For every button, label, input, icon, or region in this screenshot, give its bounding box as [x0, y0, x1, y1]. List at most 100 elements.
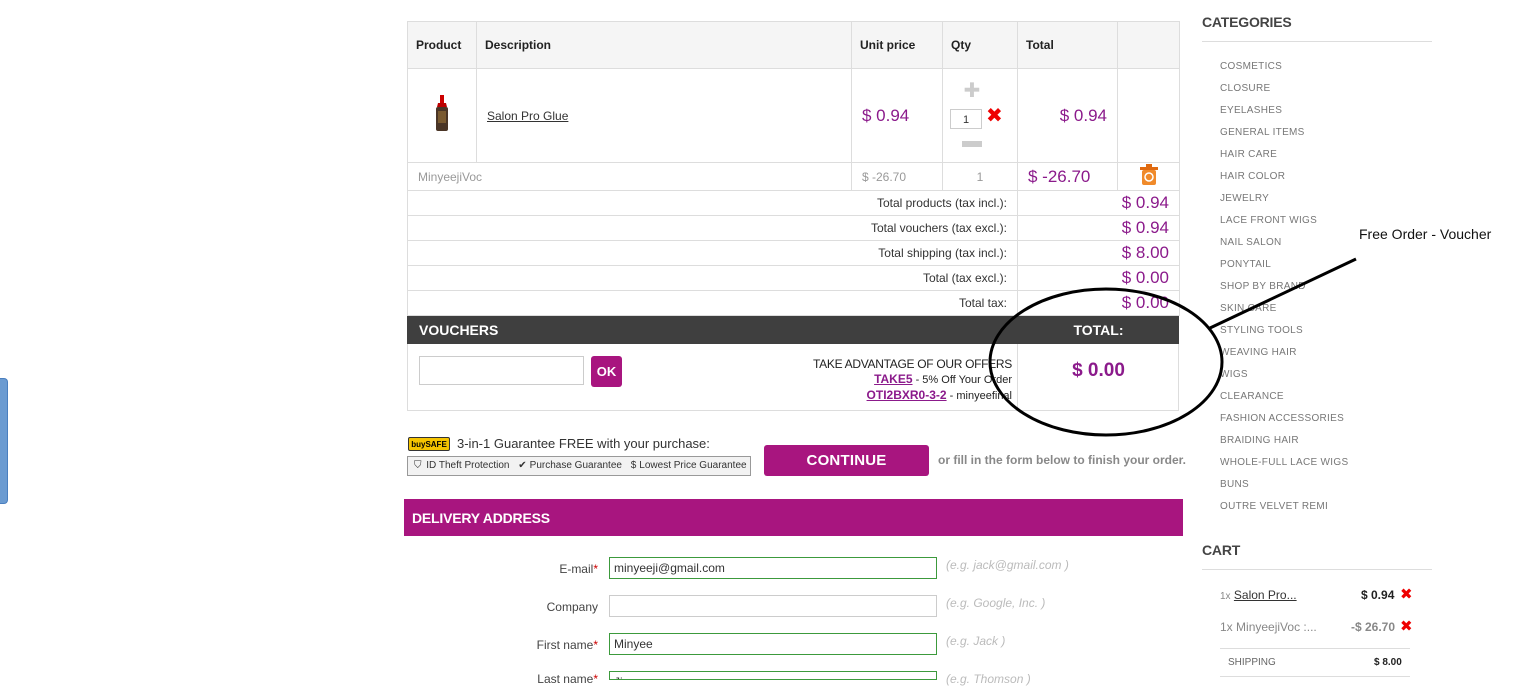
offer-item: TAKE5 - 5% Off Your Order	[780, 372, 1012, 388]
offers-heading: TAKE ADVANTAGE OF OUR OFFERS	[813, 357, 1012, 371]
email-field[interactable]: minyeeji@gmail.com	[609, 557, 937, 579]
totals-row: Total products (tax incl.): $ 0.94	[407, 190, 1180, 216]
offer-code-link[interactable]: TAKE5	[874, 372, 912, 386]
product-total: $ 0.94	[1017, 68, 1118, 163]
totals-row: Total (tax excl.): $ 0.00	[407, 265, 1180, 291]
qty-cell: ✚ 1 ✖ ▬	[942, 68, 1018, 163]
continue-shopping-button[interactable]: CONTINUE SHOPPING	[764, 445, 929, 500]
category-item[interactable]: HAIR CARE	[1220, 149, 1348, 171]
total-products-value: $ 0.94	[1017, 190, 1180, 216]
total-shipping-label: Total shipping (tax incl.):	[407, 240, 1018, 266]
table-header-row: Product Description Unit price Qty Total	[407, 21, 1180, 69]
category-item[interactable]: NAIL SALON	[1220, 237, 1348, 259]
voucher-qty: 1	[942, 162, 1018, 191]
category-item[interactable]: CLEARANCE	[1220, 391, 1348, 413]
category-item[interactable]: WIGS	[1220, 369, 1348, 391]
category-item[interactable]: HAIR COLOR	[1220, 171, 1348, 193]
company-label: Company	[546, 600, 598, 614]
vouchers-title: VOUCHERS	[419, 322, 499, 338]
divider	[1202, 41, 1432, 42]
glue-bottle-image[interactable]	[435, 95, 449, 133]
product-name-link[interactable]: Salon Pro Glue	[487, 109, 568, 123]
or-fill-text: or fill in the form below to finish your…	[938, 453, 1187, 467]
remove-product-icon[interactable]: ✖	[986, 103, 1003, 128]
total-title: TOTAL:	[1073, 322, 1124, 338]
category-item[interactable]: STYLING TOOLS	[1220, 325, 1348, 347]
category-item[interactable]: COSMETICS	[1220, 61, 1348, 83]
voucher-ok-button[interactable]: OK	[591, 356, 622, 387]
trash-icon[interactable]	[1139, 164, 1159, 186]
delivery-address-title: DELIVERY ADDRESS	[412, 510, 550, 526]
cart-item-name: MinyeejiVoc :...	[1236, 620, 1317, 634]
product-thumbnail[interactable]	[407, 68, 477, 163]
qty-plus-button[interactable]: ✚	[962, 81, 982, 101]
product-unit-price: $ 0.94	[851, 68, 943, 163]
totals-row: Total shipping (tax incl.): $ 8.00	[407, 240, 1180, 266]
offer-item: OTI2BXR0-3-2 - minyeefinal	[780, 388, 1012, 404]
category-item[interactable]: FASHION ACCESSORIES	[1220, 413, 1348, 435]
category-item[interactable]: WEAVING HAIR	[1220, 347, 1348, 369]
category-item[interactable]: PONYTAIL	[1220, 259, 1348, 281]
last-name-field[interactable]: Ji	[609, 671, 937, 680]
company-field[interactable]	[609, 595, 937, 617]
category-item[interactable]: OUTRE VELVET REMI	[1220, 501, 1348, 523]
total-products-label: Total products (tax incl.):	[407, 190, 1018, 216]
total-excl-label: Total (tax excl.):	[407, 265, 1018, 291]
cart-table: Product Description Unit price Qty Total…	[407, 21, 1180, 316]
table-row: Salon Pro Glue $ 0.94 ✚ 1 ✖ ▬ $ 0.94	[407, 68, 1180, 163]
id-theft-icon: ⛉	[414, 460, 422, 471]
cart-title: CART	[1202, 542, 1241, 558]
offer-code-link[interactable]: OTI2BXR0-3-2	[867, 388, 947, 402]
divider	[1202, 569, 1432, 570]
first-name-field[interactable]: Minyee	[609, 633, 937, 655]
category-item[interactable]: BUNS	[1220, 479, 1348, 501]
buysafe-logo[interactable]: buySAFE	[408, 437, 450, 451]
dollar-icon: $	[630, 460, 637, 471]
cart-item-price: $ 0.94	[1361, 588, 1395, 602]
col-product: Product	[407, 21, 477, 69]
offer-desc: - minyeefinal	[946, 390, 1012, 402]
voucher-code-input[interactable]	[419, 356, 584, 385]
delete-voucher-cell	[1117, 162, 1180, 191]
buysafe-guarantees[interactable]: ⛉ ID Theft Protection ✔ Purchase Guarante…	[407, 456, 751, 476]
last-name-label: Last name*	[537, 672, 598, 686]
totals-row: Total vouchers (tax excl.): $ 0.94	[407, 215, 1180, 241]
email-label: E-mail*	[559, 562, 598, 576]
buysafe-text: 3-in-1 Guarantee FREE with your purchase…	[457, 436, 710, 451]
total-tax-label: Total tax:	[407, 290, 1018, 316]
category-item[interactable]: SHOP BY BRAND	[1220, 281, 1348, 303]
remove-cart-item-icon[interactable]: ✖	[1400, 617, 1413, 635]
last-name-hint: (e.g. Thomson )	[946, 672, 1031, 686]
guarantee-id-theft: ID Theft Protection	[426, 460, 510, 471]
annotation-text: Free Order - Voucher	[1359, 226, 1492, 242]
offer-desc: - 5% Off Your Order	[912, 374, 1012, 386]
total-excl-value: $ 0.00	[1017, 265, 1180, 291]
cart-item: 1x Salon Pro... $ 0.94 ✖	[1220, 585, 1413, 603]
divider	[1220, 676, 1410, 677]
category-item[interactable]: SKIN CARE	[1220, 303, 1348, 325]
remove-cart-item-icon[interactable]: ✖	[1400, 585, 1413, 603]
check-circle-icon: ✔	[518, 460, 527, 471]
col-total: Total	[1017, 21, 1118, 69]
guarantee-lowest-price: Lowest Price Guarantee	[639, 460, 747, 471]
qty-input[interactable]: 1	[950, 109, 982, 129]
guarantee-purchase: Purchase Guarantee	[529, 460, 622, 471]
category-item[interactable]: GENERAL ITEMS	[1220, 127, 1348, 149]
category-item[interactable]: BRAIDING HAIR	[1220, 435, 1348, 457]
cart-item-link[interactable]: Salon Pro...	[1234, 588, 1297, 602]
category-item[interactable]: EYELASHES	[1220, 105, 1348, 127]
divider	[1220, 648, 1410, 649]
voucher-name: MinyeejiVoc	[407, 162, 852, 191]
first-name-hint: (e.g. Jack )	[946, 634, 1006, 648]
voucher-total: $ -26.70	[1017, 162, 1118, 191]
category-item[interactable]: JEWELRY	[1220, 193, 1348, 215]
total-vouchers-value: $ 0.94	[1017, 215, 1180, 241]
feedback-side-tab[interactable]	[0, 378, 8, 504]
shipping-value: $ 8.00	[1374, 657, 1402, 668]
category-item[interactable]: CLOSURE	[1220, 83, 1348, 105]
category-item[interactable]: LACE FRONT WIGS	[1220, 215, 1348, 237]
qty-minus-button[interactable]: ▬	[962, 131, 982, 151]
col-unit-price: Unit price	[851, 21, 943, 69]
offers-block: TAKE ADVANTAGE OF OUR OFFERS TAKE5 - 5% …	[780, 357, 1012, 404]
category-item[interactable]: WHOLE-FULL LACE WIGS	[1220, 457, 1348, 479]
